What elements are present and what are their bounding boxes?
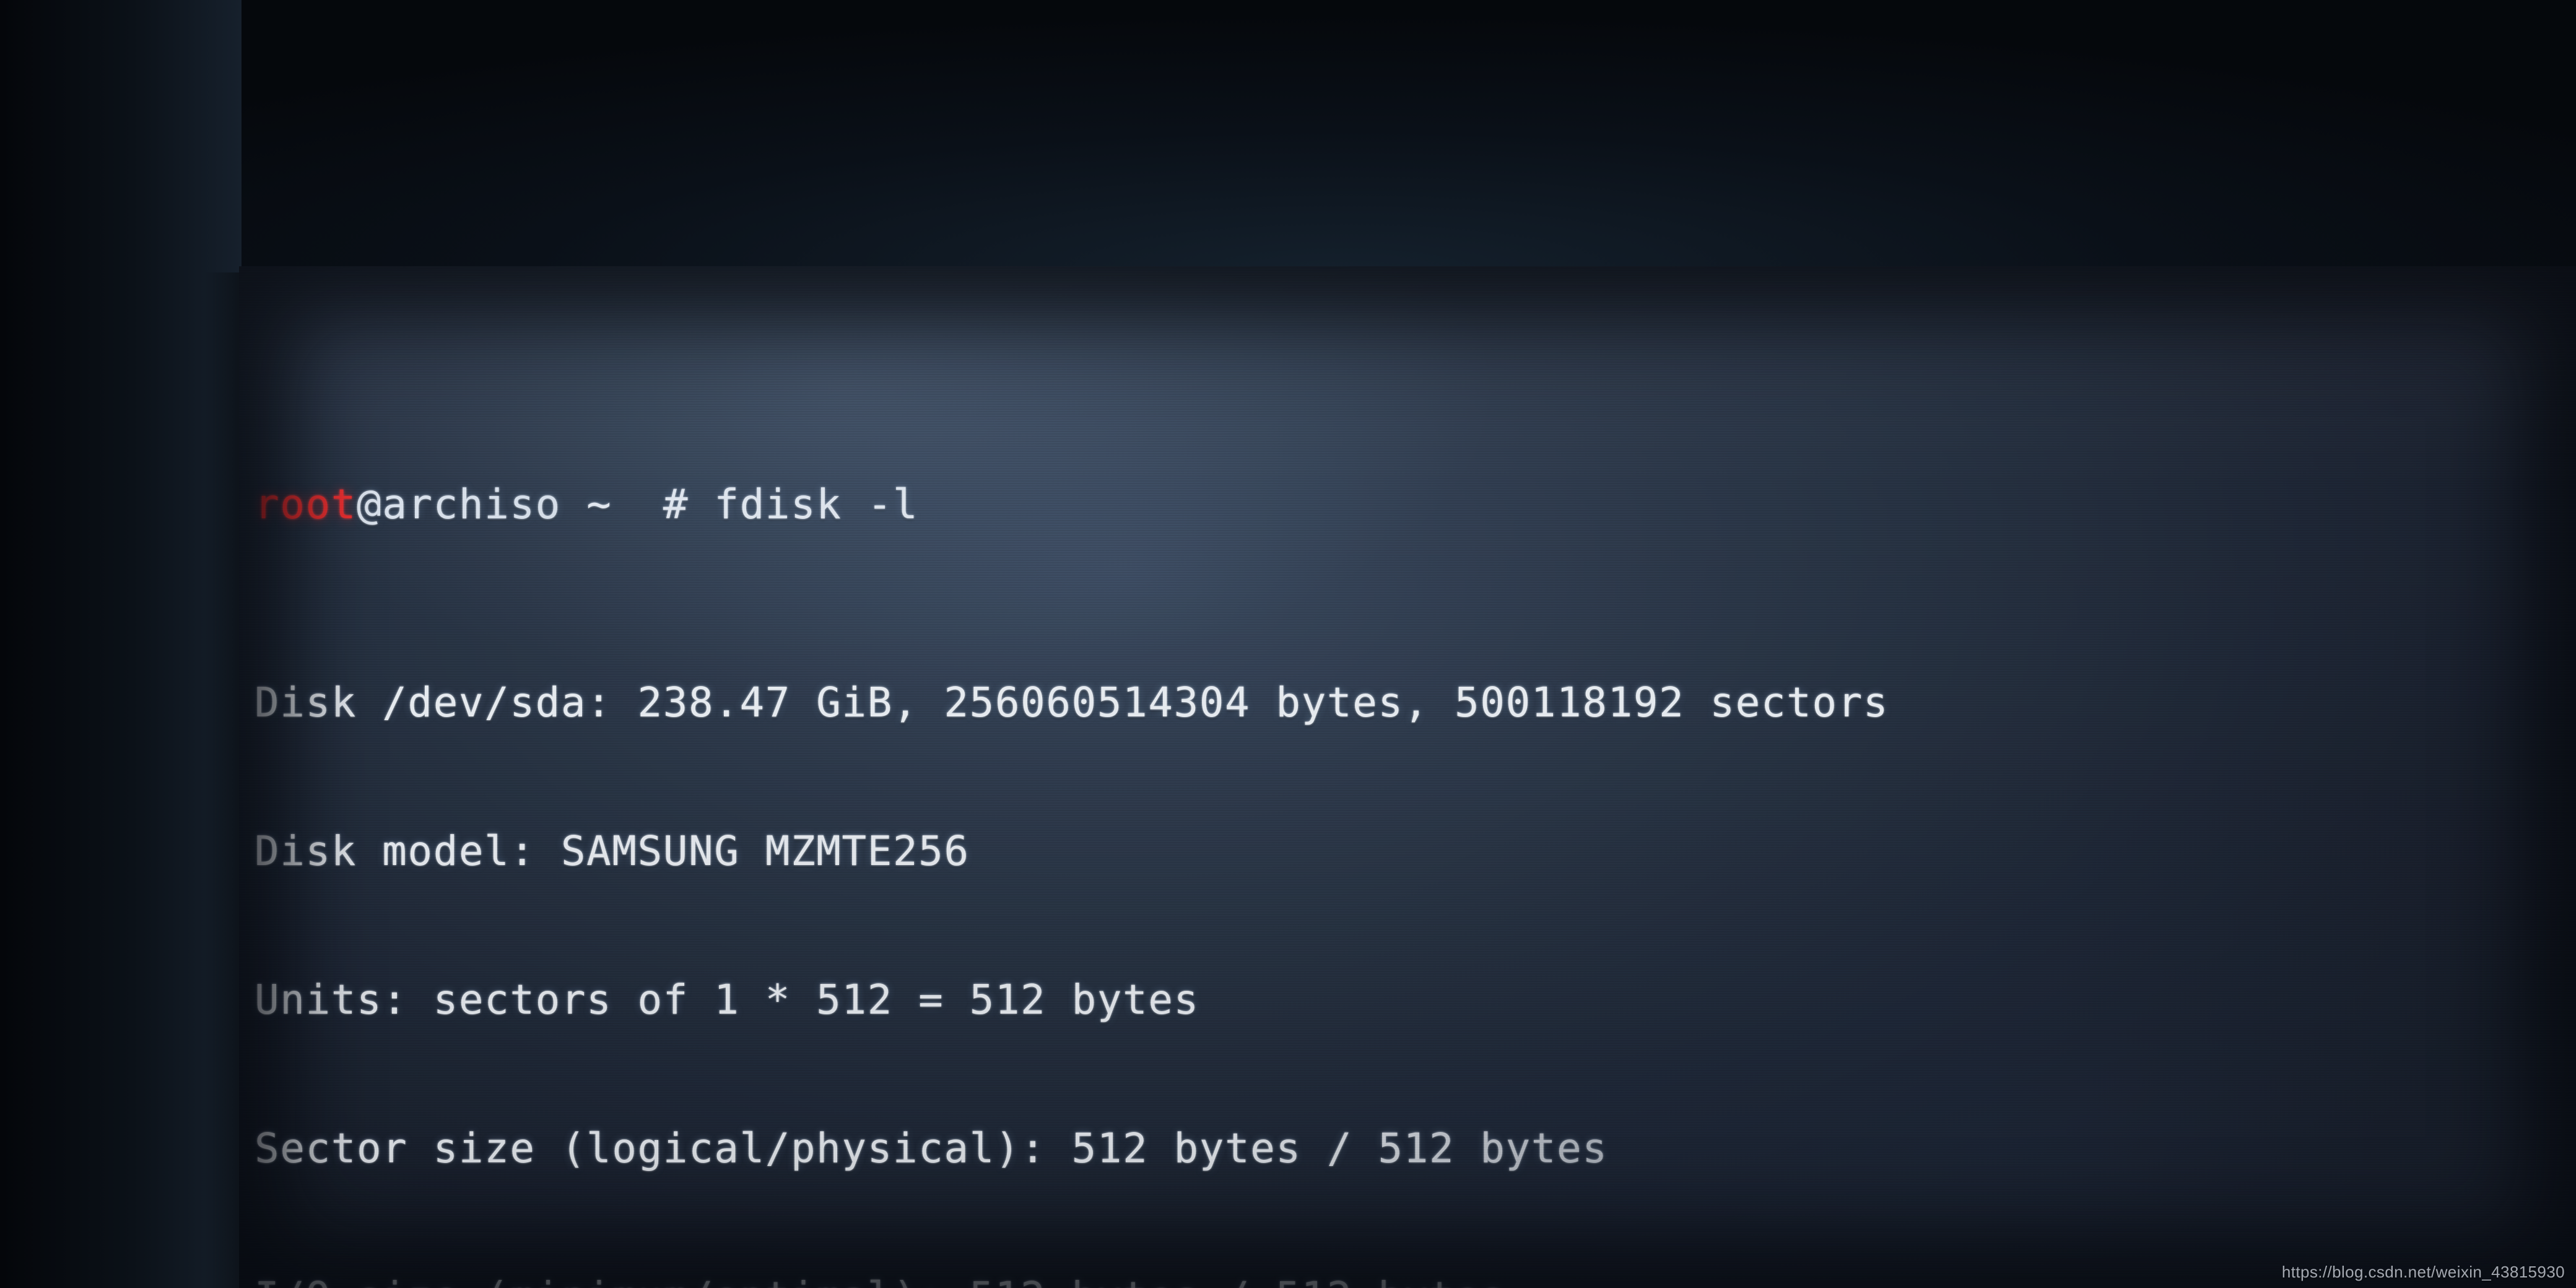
prompt-user: root bbox=[255, 481, 357, 528]
prompt-spacer-2 bbox=[612, 481, 663, 528]
prompt-spacer-3 bbox=[689, 481, 714, 528]
prompt-line: root@archiso ~ # fdisk -l bbox=[255, 480, 2576, 529]
prompt-path: ~ bbox=[586, 481, 612, 528]
prompt-spacer-1 bbox=[561, 481, 586, 528]
prompt-host: @archiso bbox=[356, 481, 561, 528]
prompt-sigil: # bbox=[663, 481, 689, 528]
monitor-bezel-top bbox=[0, 0, 2576, 272]
units-line: Units: sectors of 1 * 512 = 512 bytes bbox=[255, 976, 1199, 1024]
blog-watermark: https://blog.csdn.net/weixin_43815930 bbox=[2281, 1263, 2565, 1281]
disk-model-line: Disk model: SAMSUNG MZMTE256 bbox=[255, 827, 970, 875]
tty-console[interactable]: root@archiso ~ # fdisk -l Disk /dev/sda:… bbox=[239, 266, 2576, 1288]
terminal-screen-photo: root@archiso ~ # fdisk -l Disk /dev/sda:… bbox=[0, 0, 2576, 1288]
io-size-line: I/O size (minimum/optimal): 512 bytes / … bbox=[255, 1273, 2576, 1288]
sector-size-line: Sector size (logical/physical): 512 byte… bbox=[255, 1125, 1608, 1172]
disk-summary-line: Disk /dev/sda: 238.47 GiB, 256060514304 … bbox=[255, 679, 1889, 726]
command-text: fdisk -l bbox=[714, 481, 919, 528]
monitor-screen: root@archiso ~ # fdisk -l Disk /dev/sda:… bbox=[239, 266, 2576, 1288]
